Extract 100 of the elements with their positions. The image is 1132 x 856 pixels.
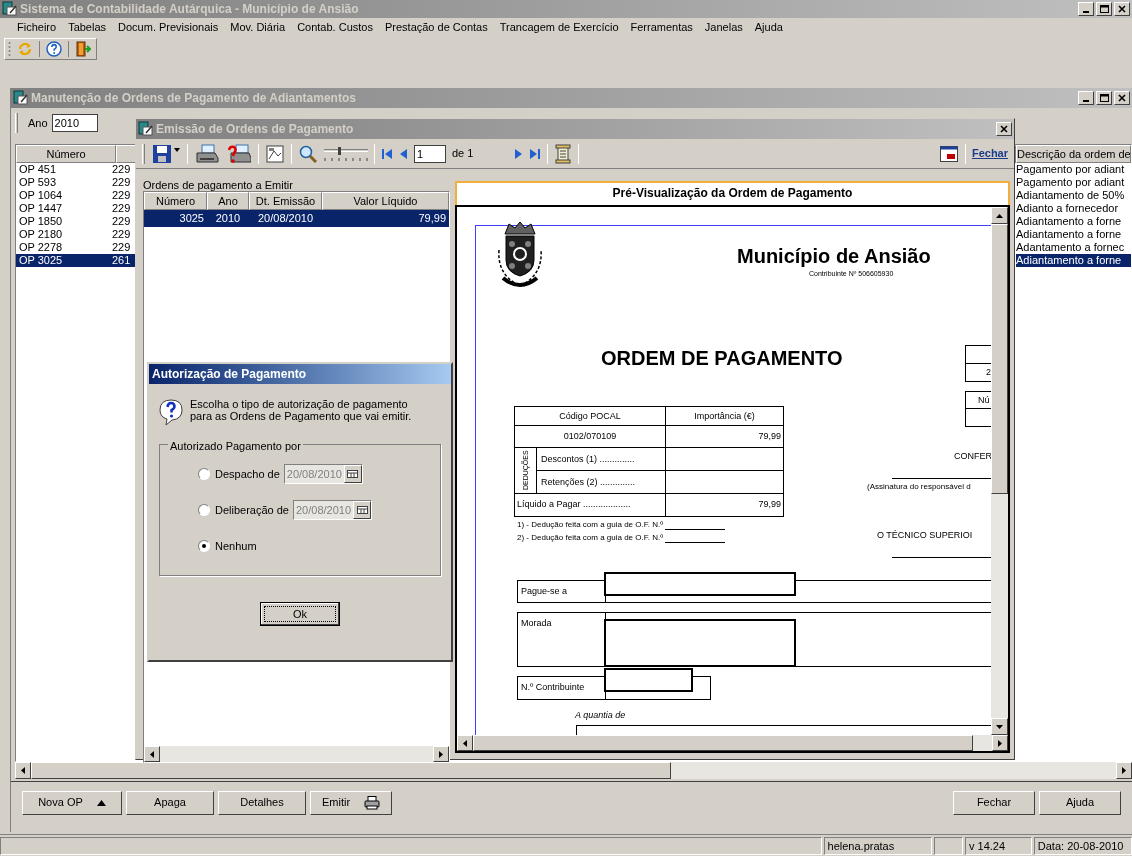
list-cell-text: 229 bbox=[112, 163, 132, 176]
list-row[interactable]: OP 1447 229 bbox=[16, 202, 136, 215]
radio-option[interactable]: Despacho de bbox=[198, 465, 280, 483]
menu-item[interactable]: Prestação de Contas bbox=[384, 18, 488, 36]
radio-button[interactable] bbox=[198, 504, 210, 516]
down-arrow-icon bbox=[996, 724, 1003, 729]
list-row[interactable]: OP 451 229 bbox=[16, 163, 136, 176]
close-button[interactable] bbox=[996, 122, 1012, 136]
window-title: Sistema de Contabilidade Autárquica - Município de Ansião bbox=[20, 1, 359, 18]
floppy-disk-icon bbox=[152, 143, 180, 164]
window-icon bbox=[138, 121, 154, 137]
left-arrow-icon bbox=[21, 767, 25, 774]
scroll-right-button[interactable] bbox=[1116, 762, 1132, 779]
action-button[interactable]: Apaga bbox=[126, 790, 214, 815]
ok-button[interactable]: Ok bbox=[260, 602, 340, 626]
right-arrow-icon bbox=[1122, 767, 1126, 774]
close-button[interactable] bbox=[1114, 91, 1130, 105]
list-row[interactable]: OP 3025 261 bbox=[16, 254, 136, 267]
status-text: v 14.24 bbox=[965, 837, 1032, 855]
menu-item[interactable]: Docum. Previsionais bbox=[118, 18, 219, 36]
section-label: Ordens de pagamento a Emitir bbox=[143, 178, 294, 191]
page-setup-button[interactable] bbox=[265, 142, 285, 165]
exit-button[interactable] bbox=[73, 40, 93, 58]
print-button[interactable] bbox=[194, 142, 220, 165]
maximize-button[interactable] bbox=[1096, 91, 1112, 105]
first-page-icon bbox=[382, 147, 392, 160]
scroll-right-button[interactable] bbox=[433, 746, 449, 762]
menu-item[interactable]: Tabelas bbox=[68, 18, 107, 36]
list-row[interactable]: OP 2278 229 bbox=[16, 241, 136, 254]
action-button[interactable]: Nova OP bbox=[22, 790, 122, 815]
help-button[interactable] bbox=[44, 40, 64, 58]
list-row[interactable]: OP 1850 229 bbox=[16, 215, 136, 228]
printer-icon bbox=[364, 795, 381, 810]
radio-button[interactable] bbox=[198, 468, 210, 480]
table-row[interactable]: 3025 2010 20/08/2010 79,99 bbox=[144, 210, 449, 227]
scroll-thumb[interactable] bbox=[991, 224, 1008, 494]
menu-item[interactable]: Trancagem de Exercício bbox=[499, 18, 619, 36]
column-header[interactable]: Valor Líquido bbox=[322, 192, 449, 210]
scroll-down-button[interactable] bbox=[991, 718, 1008, 735]
window-icon bbox=[13, 90, 29, 106]
scroll-left-button[interactable] bbox=[144, 746, 160, 762]
column-header[interactable]: Ano bbox=[207, 192, 249, 210]
list-cell-text: OP 1850 bbox=[18, 215, 64, 228]
column-header[interactable]: Descrição da ordem de bbox=[1016, 145, 1131, 163]
close-link[interactable]: Fechar bbox=[971, 145, 1008, 162]
table-cell-text: 3025 bbox=[178, 211, 205, 226]
zoom-slider[interactable] bbox=[324, 146, 368, 161]
close-icon bbox=[1000, 125, 1008, 133]
action-button[interactable]: Ajuda bbox=[1039, 790, 1121, 815]
column-header[interactable]: Dt. Emissão bbox=[249, 192, 322, 210]
preview-header: Pré-Visualização da Ordem de Pagamento bbox=[455, 181, 1010, 205]
list-row[interactable]: OP 593 229 bbox=[16, 176, 136, 189]
radio-option[interactable]: Deliberação de bbox=[198, 501, 289, 519]
left-arrow-icon bbox=[463, 739, 467, 747]
vertical-scrollbar[interactable] bbox=[991, 207, 1008, 735]
action-button[interactable]: Fechar bbox=[953, 790, 1035, 815]
export-button[interactable] bbox=[554, 142, 572, 165]
minimize-button[interactable] bbox=[1078, 91, 1094, 105]
list-cell-text: 229 bbox=[112, 202, 132, 215]
right-arrow-icon bbox=[439, 750, 443, 758]
action-button[interactable]: Detalhes bbox=[218, 790, 306, 815]
minimize-button[interactable] bbox=[1078, 2, 1094, 16]
print-setup-button[interactable] bbox=[226, 142, 252, 165]
year-field[interactable]: 2010 bbox=[51, 114, 98, 132]
printer-question-icon bbox=[227, 143, 251, 164]
slider-thumb[interactable] bbox=[338, 146, 341, 155]
radio-button[interactable] bbox=[198, 540, 210, 552]
menu-item[interactable]: Janelas bbox=[704, 18, 743, 36]
list-cell-text: 229 bbox=[112, 215, 132, 228]
column-header[interactable]: Número bbox=[144, 192, 207, 210]
calendar-button[interactable] bbox=[343, 465, 362, 483]
menu-item[interactable]: Mov. Diária bbox=[230, 18, 286, 36]
refresh-icon bbox=[17, 41, 33, 57]
radio-option[interactable]: Nenhum bbox=[198, 537, 257, 555]
table-cell-text: 79,99 bbox=[757, 498, 782, 511]
calendar-button[interactable] bbox=[353, 501, 372, 519]
action-button[interactable]: Emitir bbox=[310, 790, 392, 815]
list-row[interactable]: OP 2180 229 bbox=[16, 228, 136, 241]
column-header[interactable]: Número bbox=[16, 145, 116, 163]
amount-label: A quantia de bbox=[575, 709, 626, 722]
menu-item[interactable]: Ferramentas bbox=[630, 18, 693, 36]
caret-up-icon bbox=[96, 799, 106, 806]
menu-item[interactable]: Ficheiro bbox=[17, 18, 57, 36]
maximize-button[interactable] bbox=[1096, 2, 1112, 16]
scroll-left-button[interactable] bbox=[457, 735, 473, 751]
scroll-left-button[interactable] bbox=[15, 762, 31, 779]
list-cell-text: OP 451 bbox=[18, 163, 58, 176]
scroll-thumb[interactable] bbox=[31, 762, 671, 779]
menu-item[interactable]: Ajuda bbox=[754, 18, 783, 36]
footnote: 2) - Dedução feita com a guia de O.F. N.º bbox=[517, 532, 664, 544]
page-field[interactable]: 1 bbox=[414, 144, 446, 163]
list-row[interactable]: OP 1064 229 bbox=[16, 189, 136, 202]
close-button[interactable] bbox=[1114, 2, 1130, 16]
save-button[interactable] bbox=[151, 142, 181, 165]
horizontal-scrollbar[interactable] bbox=[144, 746, 449, 762]
horizontal-scrollbar[interactable] bbox=[15, 762, 1132, 779]
scroll-up-button[interactable] bbox=[991, 207, 1008, 224]
scroll-right-button[interactable] bbox=[992, 735, 1008, 751]
status-text: helena.pratas bbox=[823, 837, 932, 855]
menu-item[interactable]: Contab. Custos bbox=[297, 18, 373, 36]
